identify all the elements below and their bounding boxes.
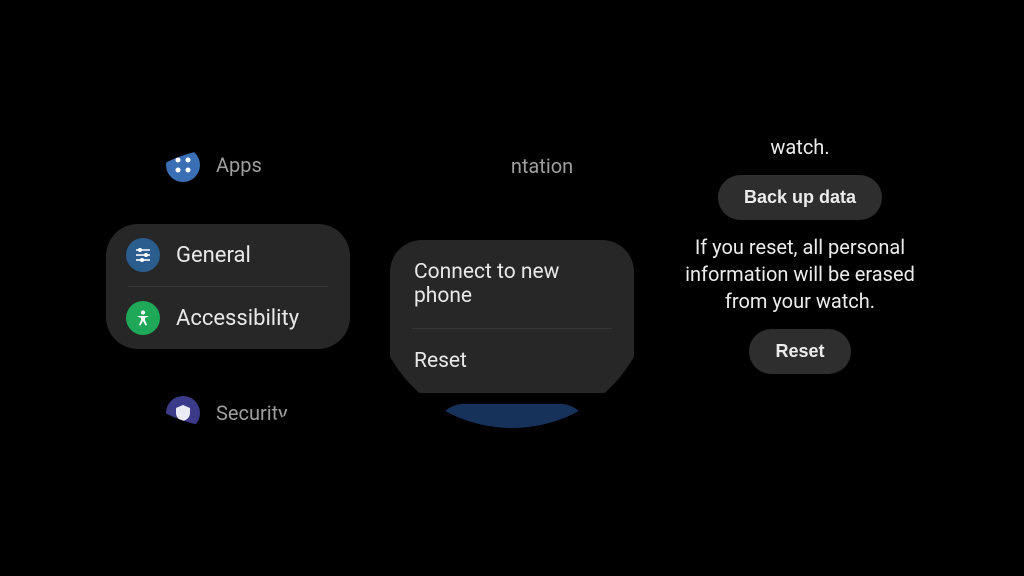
list-item-accessibility[interactable]: Accessibility xyxy=(106,287,350,349)
reset-button[interactable]: Reset xyxy=(749,329,850,374)
watch-screen-settings: Apps General xyxy=(88,148,368,428)
watch-screen-general: ntation Connect to new phone Reset xyxy=(372,148,652,428)
shield-icon xyxy=(166,396,200,428)
partial-item-top[interactable]: ntation xyxy=(372,154,652,178)
sliders-icon xyxy=(126,238,160,272)
accessibility-label: Accessibility xyxy=(176,306,299,331)
list-item-reset[interactable]: Reset xyxy=(390,329,634,393)
reset-confirmation-panel: watch. Back up data If you reset, all pe… xyxy=(668,134,932,388)
list-item-security[interactable]: Security xyxy=(146,390,310,428)
reset-label: Reset xyxy=(414,349,467,373)
settings-list-group: General Accessibility xyxy=(106,224,350,349)
general-label: General xyxy=(176,243,251,268)
apps-icon xyxy=(166,148,200,182)
reset-warning-text: If you reset, all personal information w… xyxy=(668,234,932,315)
accessibility-icon xyxy=(126,301,160,335)
general-list-group: Connect to new phone Reset xyxy=(390,240,634,393)
backup-data-button[interactable]: Back up data xyxy=(718,175,882,220)
top-text-fragment: watch. xyxy=(668,134,932,161)
partial-item-bottom[interactable] xyxy=(437,404,587,428)
list-item-connect-new-phone[interactable]: Connect to new phone xyxy=(390,240,634,328)
list-item-general[interactable]: General xyxy=(106,224,350,286)
list-item-apps[interactable]: Apps xyxy=(146,148,310,192)
connect-label: Connect to new phone xyxy=(414,260,610,308)
apps-label: Apps xyxy=(216,153,262,177)
security-label: Security xyxy=(216,401,288,425)
